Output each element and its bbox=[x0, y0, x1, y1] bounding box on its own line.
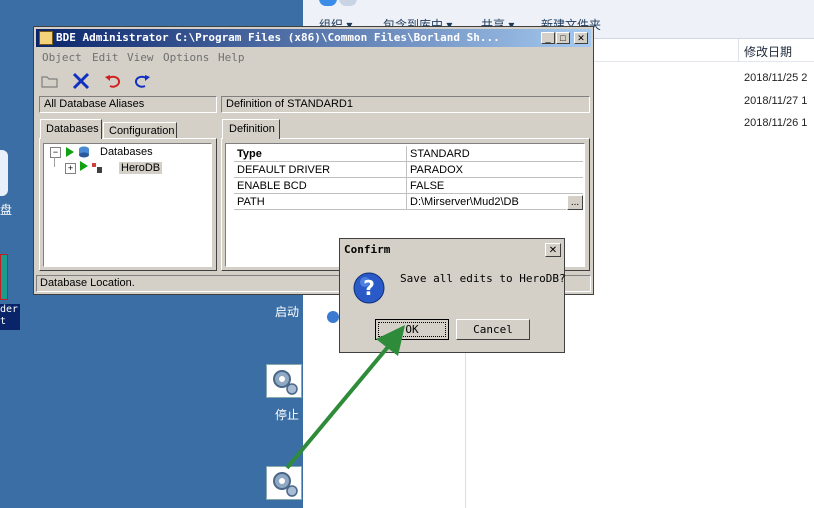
tab-databases-label: Databases bbox=[46, 123, 99, 135]
tab-databases[interactable]: Databases bbox=[40, 119, 102, 139]
tab-definition[interactable]: Definition bbox=[222, 119, 280, 139]
annotation-arrow bbox=[285, 325, 405, 470]
tab-definition-label: Definition bbox=[229, 123, 275, 135]
